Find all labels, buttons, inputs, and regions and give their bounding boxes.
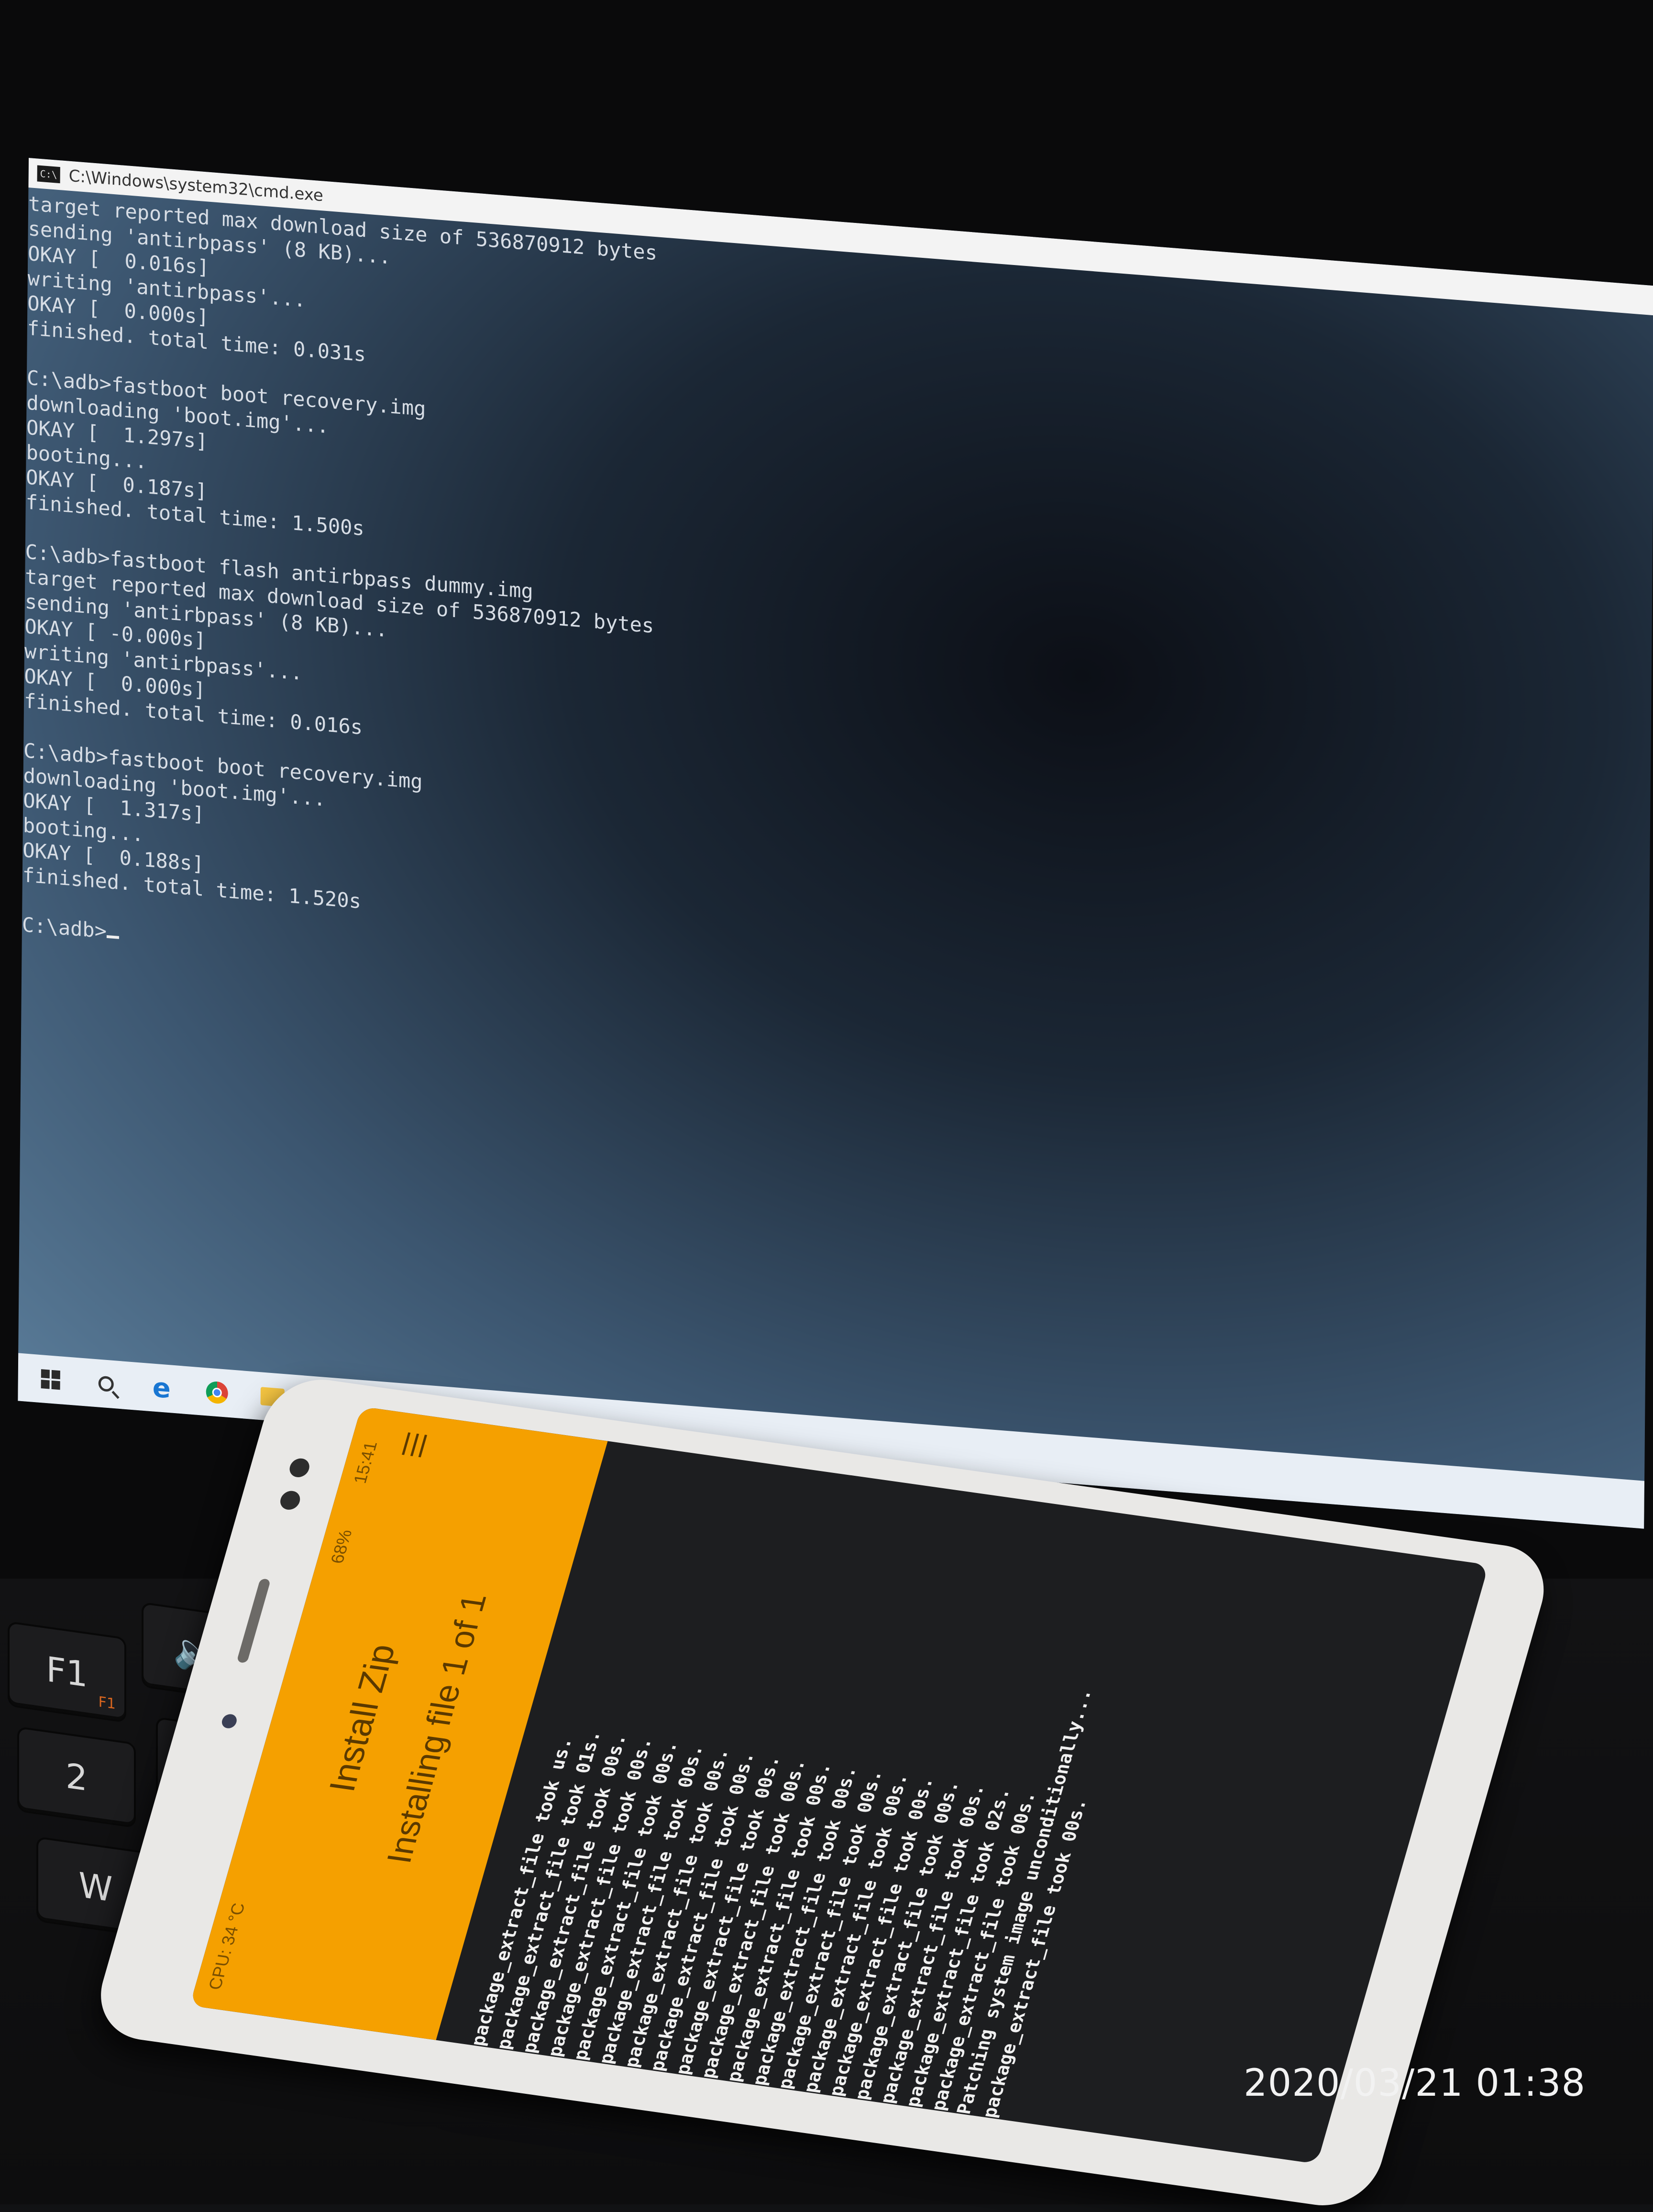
windows-start-icon[interactable] (37, 1365, 64, 1394)
clock: 15:41 (349, 1440, 381, 1485)
camera-lens-icon (287, 1457, 312, 1479)
battery-level: 68% (327, 1528, 356, 1565)
key-label: 2 (66, 1755, 88, 1799)
terminal-output[interactable]: target reported max download size of 536… (19, 191, 1653, 1457)
key-label: W (78, 1864, 113, 1910)
fn-key-label: F1 (98, 1693, 116, 1713)
text-cursor (106, 935, 119, 939)
laptop-screen: C:\ C:\Windows\system32\cmd.exe target r… (18, 158, 1653, 1529)
front-camera-icon (220, 1713, 239, 1729)
key-label: F1 (46, 1648, 88, 1695)
install-log: package_extract_file took us. package_ext… (455, 1444, 1384, 2149)
photo-scene: C:\ C:\Windows\system32\cmd.exe target r… (0, 0, 1653, 2212)
earpiece-speaker (236, 1578, 271, 1664)
keyboard-key[interactable]: F1 F1 (10, 1623, 124, 1721)
flash-icon (278, 1490, 303, 1511)
keyboard-key[interactable]: 2 (19, 1728, 134, 1826)
edge-icon[interactable]: e (148, 1372, 175, 1405)
search-icon[interactable] (92, 1370, 119, 1398)
cpu-temp: CPU: 34 °C (204, 1902, 249, 1991)
cmd-icon: C:\ (37, 165, 60, 184)
photo-timestamp: 2020/03/21 01:38 (1244, 2062, 1586, 2105)
chrome-icon[interactable] (203, 1378, 230, 1407)
phone-screen: CPU: 34 °C 68% 15:41 Install Zip Install… (189, 1406, 1489, 2164)
